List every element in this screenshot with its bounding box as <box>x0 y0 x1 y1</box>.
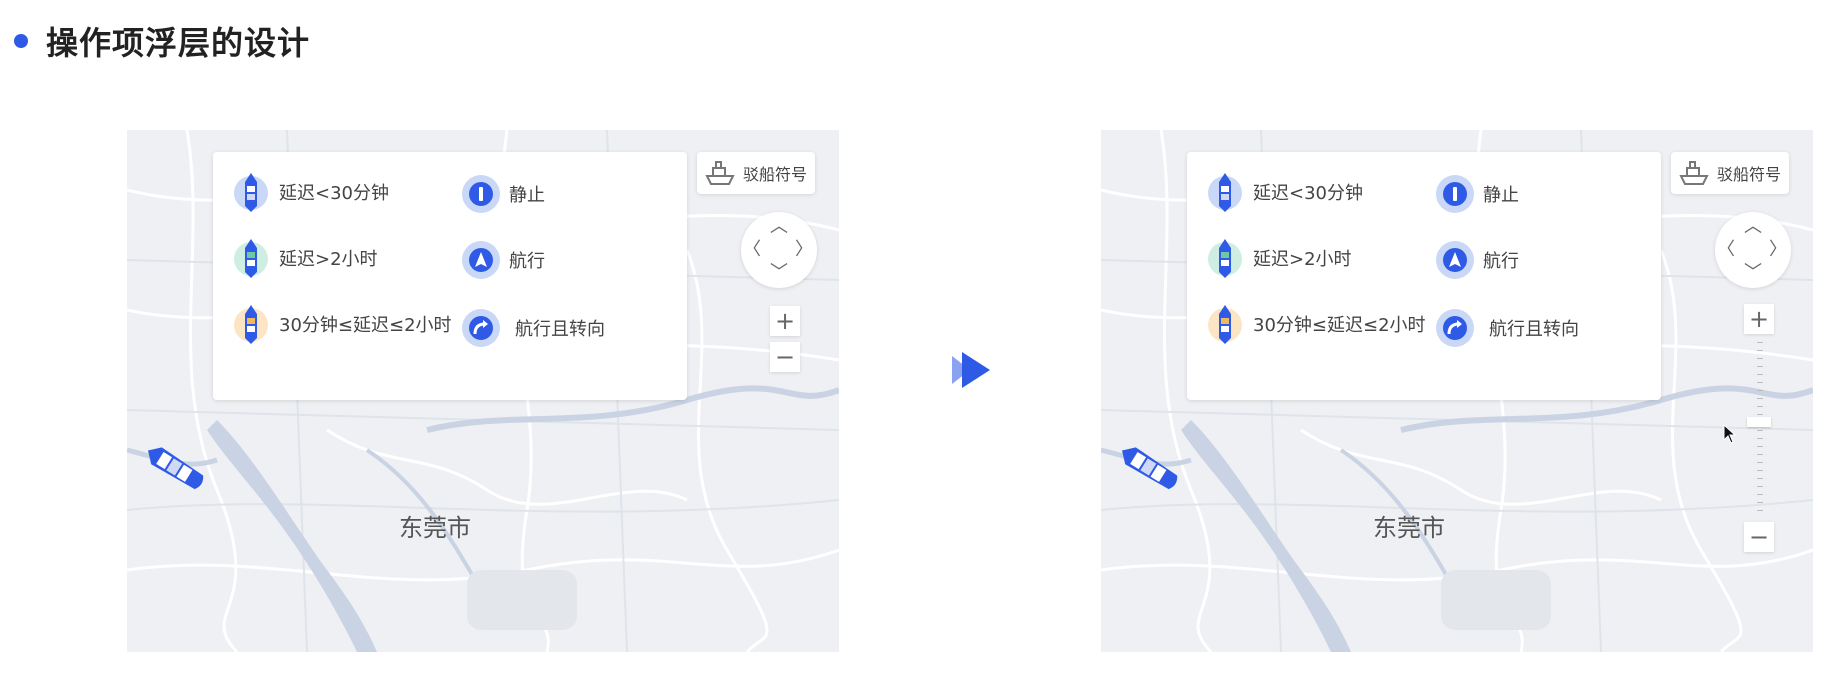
legend-item-delay-long: 延迟>2小时 <box>1205 236 1352 280</box>
section-heading: 操作项浮层的设计 <box>14 18 310 64</box>
legend-item-stationary: 静止 <box>1435 172 1519 216</box>
legend-label: 航行 <box>509 251 545 272</box>
city-label: 东莞市 <box>1373 514 1445 542</box>
zoom-slider-tick <box>1757 510 1763 511</box>
zoom-slider-tick <box>1757 438 1763 439</box>
legend-item-turning: 航行且转向 <box>461 306 605 350</box>
zoom-slider-tick <box>1757 390 1763 391</box>
turn-arrow-icon <box>1435 306 1475 350</box>
section-title: 操作项浮层的设计 <box>46 24 311 62</box>
legend-label: 航行且转向 <box>1489 319 1579 340</box>
legend-label: 静止 <box>1483 185 1519 206</box>
legend-item-delay-mid: 30分钟≤延迟≤2小时 <box>231 302 452 346</box>
pan-control[interactable]: ︿ ﹀ 〈 〉 <box>1715 212 1791 288</box>
barge-icon <box>705 161 735 185</box>
zoom-slider-tick <box>1757 430 1763 431</box>
legend-label: 航行 <box>1483 251 1519 272</box>
zoom-slider-tick <box>1757 454 1763 455</box>
zoom-out-button[interactable]: − <box>770 342 800 372</box>
zoom-slider-tick <box>1757 478 1763 479</box>
legend-item-sailing: 航行 <box>461 238 545 282</box>
zoom-slider-tick <box>1757 406 1763 407</box>
pan-left-icon[interactable]: 〈 <box>1717 241 1735 259</box>
legend-label: 30分钟≤延迟≤2小时 <box>1253 315 1426 336</box>
zoom-slider-tick <box>1757 342 1763 343</box>
ship-orange-icon <box>231 302 271 346</box>
zoom-slider-tick <box>1757 462 1763 463</box>
ship-orange-icon <box>1205 302 1245 346</box>
ship-green-icon <box>231 236 271 280</box>
legend-label: 延迟<30分钟 <box>279 183 389 204</box>
ship-symbol-label: 驳船符号 <box>742 165 807 184</box>
city-label: 东莞市 <box>399 514 471 542</box>
zoom-out-button[interactable]: − <box>1744 522 1774 552</box>
legend-label: 静止 <box>509 185 545 206</box>
legend-item-sailing: 航行 <box>1435 238 1519 282</box>
barge-icon <box>1679 161 1709 185</box>
navigation-arrow-icon <box>1435 238 1475 282</box>
zoom-slider-tick <box>1757 494 1763 495</box>
pan-control[interactable]: ︿ ﹀ 〈 〉 <box>741 212 817 288</box>
pan-right-icon[interactable]: 〉 <box>1769 241 1787 259</box>
pan-down-icon[interactable]: ﹀ <box>1744 264 1762 282</box>
ship-blue-icon <box>231 170 271 214</box>
legend-item-delay-long: 延迟>2小时 <box>231 236 378 280</box>
legend-label: 延迟>2小时 <box>279 249 378 270</box>
pan-right-icon[interactable]: 〉 <box>795 241 813 259</box>
pan-left-icon[interactable]: 〈 <box>743 241 761 259</box>
zoom-slider-tick <box>1757 414 1763 415</box>
zoom-slider[interactable] <box>1744 338 1774 516</box>
zoom-slider-tick <box>1757 486 1763 487</box>
legend-panel: 延迟<30分钟 延迟>2小时 30分钟≤延迟≤2小时 静止 航行 航行且转向 <box>1187 152 1661 400</box>
ship-marker-icon[interactable] <box>1115 442 1185 494</box>
pan-up-icon[interactable]: ︿ <box>770 218 788 236</box>
zoom-slider-tick <box>1757 398 1763 399</box>
ship-symbol-button[interactable]: 驳船符号 <box>697 152 815 194</box>
zoom-slider-tick <box>1757 374 1763 375</box>
legend-item-delay-short: 延迟<30分钟 <box>231 170 389 214</box>
zoom-slider-tick <box>1757 366 1763 367</box>
zoom-slider-tick <box>1757 358 1763 359</box>
legend-label: 航行且转向 <box>515 319 605 340</box>
zoom-slider-tick <box>1757 446 1763 447</box>
pan-down-icon[interactable]: ﹀ <box>770 264 788 282</box>
legend-panel: 延迟<30分钟 延迟>2小时 30分钟≤延迟≤2小时 静止 航行 航行且转向 <box>213 152 687 400</box>
stationary-icon <box>461 172 501 216</box>
legend-item-delay-mid: 30分钟≤延迟≤2小时 <box>1205 302 1426 346</box>
zoom-slider-tick <box>1757 470 1763 471</box>
pan-up-icon[interactable]: ︿ <box>1744 218 1762 236</box>
transition-arrow-icon <box>952 352 990 388</box>
ship-blue-icon <box>1205 170 1245 214</box>
navigation-arrow-icon <box>461 238 501 282</box>
ship-symbol-button[interactable]: 驳船符号 <box>1671 152 1789 194</box>
ship-green-icon <box>1205 236 1245 280</box>
legend-item-delay-short: 延迟<30分钟 <box>1205 170 1363 214</box>
bullet-dot <box>14 34 28 48</box>
legend-label: 30分钟≤延迟≤2小时 <box>279 315 452 336</box>
zoom-in-button[interactable]: + <box>1744 304 1774 334</box>
zoom-slider-handle[interactable] <box>1747 417 1771 427</box>
legend-label: 延迟<30分钟 <box>1253 183 1363 204</box>
zoom-slider-tick <box>1757 382 1763 383</box>
zoom-slider-tick <box>1757 502 1763 503</box>
ship-symbol-label: 驳船符号 <box>1716 165 1781 184</box>
legend-item-turning: 航行且转向 <box>1435 306 1579 350</box>
zoom-slider-tick <box>1757 350 1763 351</box>
mouse-cursor-icon <box>1723 424 1737 444</box>
turn-arrow-icon <box>461 306 501 350</box>
ship-marker-icon[interactable] <box>141 442 211 494</box>
stationary-icon <box>1435 172 1475 216</box>
legend-item-stationary: 静止 <box>461 172 545 216</box>
legend-label: 延迟>2小时 <box>1253 249 1352 270</box>
map-before[interactable]: 东莞市 延迟<30分钟 延迟>2小时 30分钟≤延迟≤2小时 静止 航行 航行且… <box>127 130 839 652</box>
map-after[interactable]: 东莞市 延迟<30分钟 延迟>2小时 30分钟≤延迟≤2小时 静止 航行 航行且… <box>1101 130 1813 652</box>
zoom-in-button[interactable]: + <box>770 306 800 336</box>
